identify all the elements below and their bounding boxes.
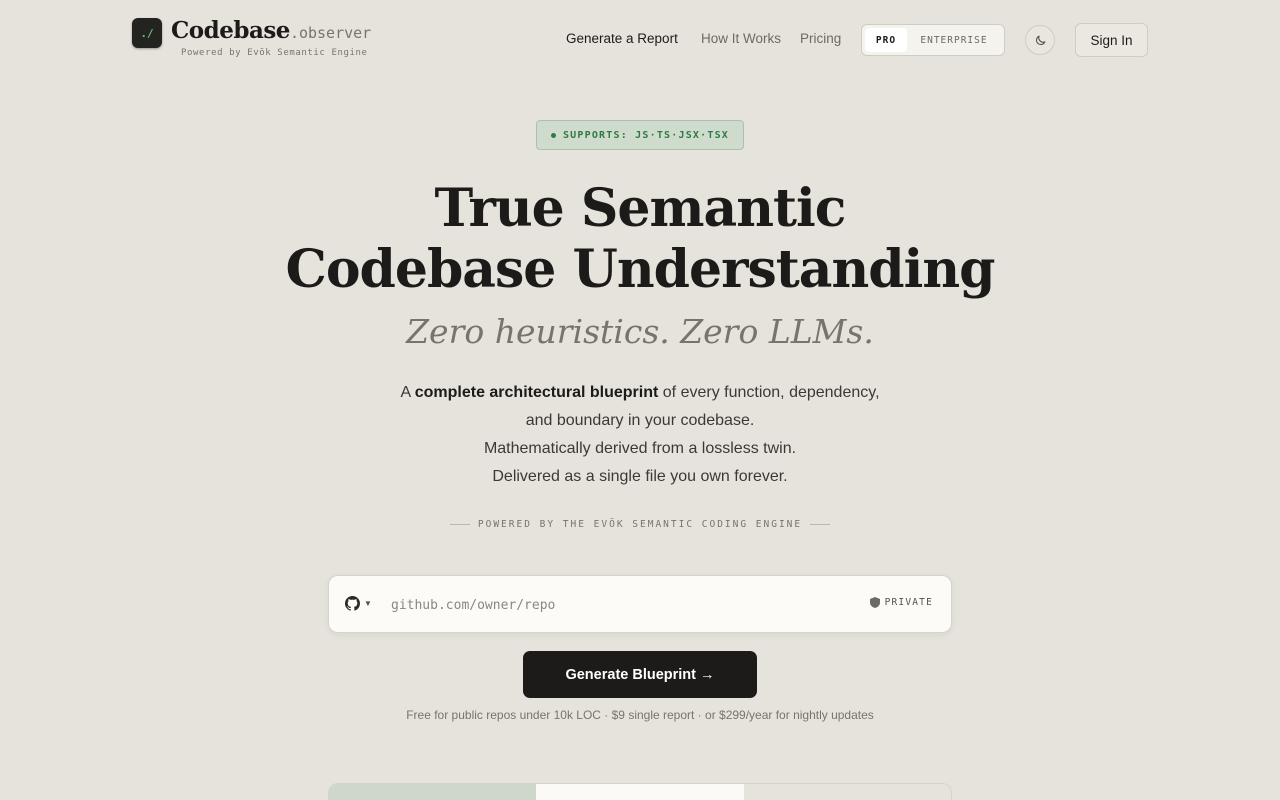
preview-tab-1[interactable] [329, 784, 537, 800]
hero-tagline: Zero heuristics. Zero LLMs. [406, 312, 874, 351]
brand-subtitle: Powered by Evōk Semantic Engine [181, 48, 368, 58]
powered-by-line: POWERED BY THE EVŌK SEMANTIC CODING ENGI… [240, 519, 1040, 530]
private-toggle[interactable]: PRIVATE [869, 597, 933, 608]
powered-by-label: POWERED BY THE EVŌK SEMANTIC CODING ENGI… [477, 519, 803, 530]
repo-url-input[interactable] [391, 592, 851, 618]
nav-how-it-works[interactable]: How It Works [701, 31, 781, 46]
hero-description: A complete architectural blueprint of ev… [390, 379, 890, 491]
page-title: True Semantic Codebase Understanding [240, 178, 1040, 300]
brand-name[interactable]: Codebase.observer [171, 17, 371, 44]
desc-prefix: A [400, 384, 415, 401]
moon-icon [1035, 35, 1045, 45]
private-label: PRIVATE [884, 597, 933, 608]
plan-toggle: PRO ENTERPRISE [861, 24, 1005, 56]
title-line-1: True Semantic [434, 178, 847, 239]
status-dot-icon [550, 132, 556, 138]
github-icon [345, 596, 360, 611]
brand-name-suffix: .observer [289, 24, 372, 42]
plan-option-pro[interactable]: PRO [865, 28, 907, 52]
sign-in-button[interactable]: Sign In [1075, 23, 1148, 57]
brand-name-main: Codebase [171, 17, 290, 44]
supports-badge: SUPPORTS: JS·TS·JSX·TSX [536, 120, 744, 150]
supports-badge-label: SUPPORTS: JS·TS·JSX·TSX [562, 129, 730, 141]
logo-icon[interactable]: ./ [132, 18, 162, 48]
shield-icon [869, 597, 880, 608]
repo-input-box: ▼ PRIVATE [328, 575, 952, 633]
pricing-note: Free for public repos under 10k LOC · $9… [406, 708, 874, 722]
desc-bold: complete architectural blueprint [414, 384, 659, 401]
title-line-2: Codebase Understanding [285, 239, 995, 300]
nav-generate-report[interactable]: Generate a Report [566, 31, 678, 46]
divider-left [449, 524, 470, 525]
theme-toggle-button[interactable] [1025, 25, 1055, 55]
preview-tabs [328, 783, 952, 800]
divider-right [810, 524, 831, 525]
provider-selector[interactable]: ▼ [345, 596, 372, 611]
chevron-down-icon: ▼ [364, 599, 372, 608]
preview-tab-3[interactable] [743, 784, 951, 800]
nav-pricing[interactable]: Pricing [800, 31, 841, 46]
desc-line-3: Mathematically derived from a lossless t… [483, 440, 797, 457]
desc-line-4: Delivered as a single file you own forev… [492, 468, 788, 485]
plan-option-enterprise[interactable]: ENTERPRISE [907, 28, 1001, 52]
preview-tab-2[interactable] [536, 784, 744, 800]
generate-blueprint-button[interactable]: Generate Blueprint → [523, 651, 757, 698]
